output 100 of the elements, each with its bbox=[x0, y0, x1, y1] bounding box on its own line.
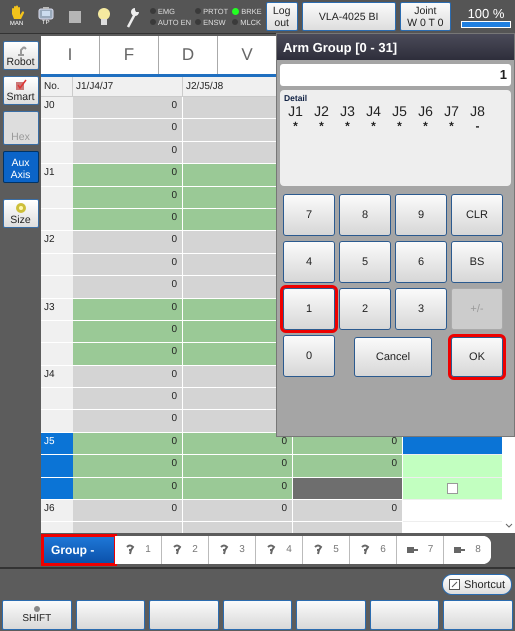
value-cell: 0 bbox=[73, 254, 183, 276]
tab[interactable]: V bbox=[218, 36, 277, 74]
keypad-key[interactable]: 5 bbox=[339, 241, 391, 283]
checkbox-icon bbox=[14, 79, 26, 91]
wrench-icon bbox=[126, 6, 140, 28]
value-cell: 0 bbox=[73, 320, 183, 344]
keypad-key[interactable]: CLR bbox=[451, 194, 503, 236]
robot-arm-icon bbox=[172, 544, 182, 555]
value-cell: 0 bbox=[73, 478, 183, 500]
shortcut-icon bbox=[449, 579, 460, 590]
keypad-key[interactable]: 8 bbox=[339, 194, 391, 236]
value-cell: 0 bbox=[293, 500, 403, 522]
value-cell: 0 bbox=[73, 164, 183, 187]
tab[interactable]: F bbox=[100, 36, 159, 74]
joint-label: J1 bbox=[288, 103, 303, 119]
value-cell: 0 bbox=[73, 366, 183, 388]
tab[interactable]: D bbox=[159, 36, 218, 74]
dialog-title: Arm Group [0 - 31] bbox=[277, 34, 514, 60]
indicator-icon bbox=[34, 606, 40, 612]
value-cell: 0 bbox=[73, 142, 183, 164]
value-cell: 0 bbox=[183, 478, 293, 500]
joint-mark: * bbox=[449, 119, 454, 133]
gear-icon bbox=[14, 202, 26, 214]
row-number-cell: J0 bbox=[41, 97, 73, 120]
value-cell: 0 bbox=[73, 455, 183, 478]
robot-arm-icon bbox=[219, 544, 230, 555]
value-cell: 0 bbox=[73, 119, 183, 142]
keypad-key[interactable]: BS bbox=[451, 241, 503, 283]
value-cell: 0 bbox=[73, 231, 183, 254]
value-cell: 0 bbox=[73, 208, 183, 232]
keypad-key[interactable]: 4 bbox=[283, 241, 335, 283]
row-number-cell: J1 bbox=[41, 164, 73, 187]
shortcut-button[interactable]: Shortcut bbox=[442, 574, 512, 595]
sidebar-button[interactable]: Smart bbox=[2, 76, 38, 105]
value-cell: 0 bbox=[183, 432, 293, 456]
sidebar-button[interactable]: Aux Axis bbox=[2, 151, 38, 183]
function-key[interactable] bbox=[76, 600, 146, 630]
joint-mark: * bbox=[345, 119, 350, 133]
joint-mark: - bbox=[476, 119, 480, 133]
joint-mark: * bbox=[423, 119, 428, 133]
sidebar-button[interactable]: Robot bbox=[2, 41, 38, 70]
function-key[interactable] bbox=[370, 600, 440, 630]
joint-label: J5 bbox=[392, 103, 407, 119]
joint-mark: * bbox=[293, 119, 298, 133]
toolbar-button[interactable]: Joint W 0 T 0 bbox=[400, 2, 452, 31]
sidebar-button[interactable]: Size bbox=[2, 199, 38, 228]
keypad-key[interactable]: 6 bbox=[395, 241, 447, 283]
joint-mark: * bbox=[397, 119, 402, 133]
function-key[interactable] bbox=[443, 600, 514, 630]
tab[interactable]: I bbox=[41, 36, 100, 74]
square-icon bbox=[68, 10, 81, 22]
function-key[interactable]: SHIFT bbox=[2, 600, 72, 630]
checkbox[interactable] bbox=[447, 482, 458, 494]
value-cell: 0 bbox=[73, 276, 183, 299]
joint-label: J8 bbox=[470, 103, 485, 119]
keypad-key[interactable]: 9 bbox=[395, 194, 447, 236]
cancel-button[interactable]: Cancel bbox=[354, 337, 432, 377]
value-cell: 0 bbox=[73, 432, 183, 456]
bulb-icon bbox=[97, 6, 112, 26]
scroll-down-icon[interactable] bbox=[504, 523, 512, 529]
value-cell: 0 bbox=[73, 388, 183, 410]
keypad-key[interactable]: 0 bbox=[283, 335, 335, 377]
joint-label: J7 bbox=[444, 103, 459, 119]
motor-icon bbox=[406, 546, 418, 554]
toolbar-button[interactable]: VLA-4025 BI bbox=[302, 2, 396, 31]
group-button[interactable]: Group - bbox=[43, 536, 115, 564]
speed-reading: 100 % bbox=[468, 6, 504, 20]
keypad-key[interactable]: 2 bbox=[339, 288, 391, 330]
function-key[interactable] bbox=[222, 600, 292, 630]
joint-label: J2 bbox=[314, 103, 329, 119]
value-cell: 0 bbox=[293, 455, 403, 478]
joint-label: J3 bbox=[340, 103, 355, 119]
value-cell: 0 bbox=[73, 298, 183, 321]
input-field[interactable]: 1 bbox=[280, 64, 511, 86]
keypad-key[interactable]: 3 bbox=[395, 288, 447, 330]
function-key[interactable] bbox=[296, 600, 366, 630]
robot-arm-icon bbox=[360, 544, 370, 555]
robot-arm-icon bbox=[125, 544, 136, 555]
value-cell: 0 bbox=[73, 410, 183, 433]
row-number-cell: J6 bbox=[41, 500, 73, 522]
row-number-cell: J5 bbox=[41, 432, 73, 456]
row-number-cell: J2 bbox=[41, 231, 73, 254]
value-cell: 0 bbox=[73, 500, 183, 522]
row-number-cell: J3 bbox=[41, 298, 73, 321]
joint-mark: * bbox=[371, 119, 376, 133]
joint-label: J4 bbox=[366, 103, 381, 119]
row-number-cell: J4 bbox=[41, 366, 73, 388]
keypad-key[interactable]: 7 bbox=[283, 194, 335, 236]
joint-label: J6 bbox=[418, 103, 433, 119]
value-cell: 0 bbox=[183, 455, 293, 478]
function-key[interactable] bbox=[149, 600, 219, 630]
value-cell: 0 bbox=[73, 343, 183, 366]
pendant-icon bbox=[36, 6, 55, 20]
motor-icon bbox=[454, 546, 466, 554]
ok-button[interactable]: OK bbox=[451, 337, 503, 377]
value-cell: 0 bbox=[73, 97, 183, 120]
robot-arm-icon bbox=[313, 544, 324, 555]
toolbar-button[interactable]: Log out bbox=[266, 2, 298, 31]
robot-arm-icon bbox=[266, 544, 276, 555]
keypad-key[interactable]: 1 bbox=[283, 288, 335, 330]
